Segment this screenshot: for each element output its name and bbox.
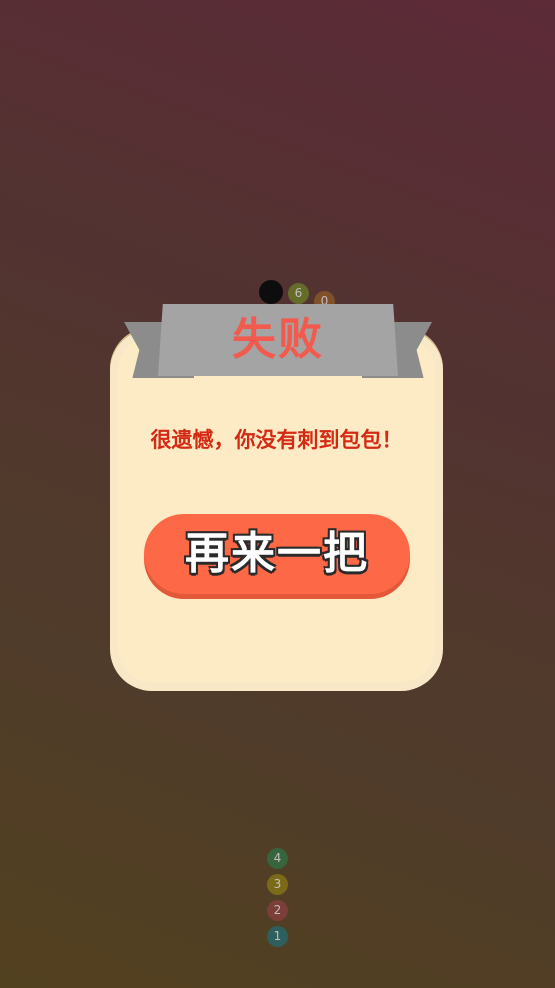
ball-label: 1 — [273, 929, 282, 943]
dialog-panel-inner — [118, 335, 435, 683]
retry-button[interactable]: 再来一把 — [144, 514, 410, 594]
dialog-title: 失败 — [232, 314, 324, 365]
ball-2: 2 — [267, 900, 288, 921]
ball-label: 6 — [294, 286, 303, 300]
ball-label: 4 — [273, 851, 282, 865]
ball-6: 6 — [288, 283, 309, 304]
ball-label: 2 — [273, 903, 282, 917]
fail-message: 很遗憾，你没有刺到包包！ — [150, 428, 403, 452]
pin-ball-icon — [259, 280, 283, 308]
ball-3: 3 — [267, 874, 288, 895]
ball-label: 3 — [273, 877, 282, 891]
ball-1: 1 — [267, 926, 288, 947]
ball-4: 4 — [267, 848, 288, 869]
retry-button-label: 再来一把 — [185, 528, 369, 579]
